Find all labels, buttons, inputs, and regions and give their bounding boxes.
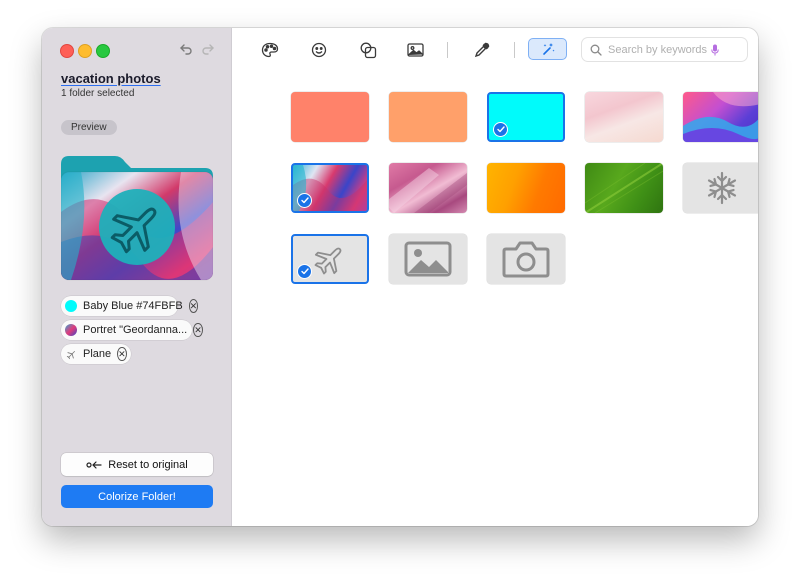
eyedropper-icon[interactable] (471, 40, 493, 60)
magic-wand-button[interactable] (528, 38, 567, 60)
image-icon[interactable] (404, 40, 426, 60)
remove-icon[interactable]: ✕ (193, 323, 203, 337)
tile-plane[interactable] (291, 234, 369, 284)
zoom-window-button[interactable] (96, 44, 110, 58)
tile-image[interactable] (389, 234, 467, 284)
chip-label: Plane (83, 348, 112, 360)
undo-icon[interactable] (177, 40, 195, 58)
tile-coral[interactable] (291, 92, 369, 142)
reset-button[interactable]: Reset to original (61, 453, 213, 476)
minimize-window-button[interactable] (78, 44, 92, 58)
redo-icon[interactable] (199, 40, 217, 58)
palette-icon[interactable] (259, 40, 281, 60)
checkmark-icon (297, 264, 312, 279)
checkmark-icon (297, 193, 312, 208)
search-input[interactable]: Search by keywords (582, 38, 747, 61)
plane-icon (65, 348, 77, 360)
image-icon (404, 241, 452, 277)
tile-baby-blue[interactable] (487, 92, 565, 142)
snowflake-icon (707, 171, 737, 205)
tile-pink-silk[interactable] (585, 92, 663, 142)
chip-wallpaper[interactable]: Portret "Geordanna... ✕ (61, 320, 203, 340)
tile-purple-waves[interactable] (683, 92, 758, 142)
tile-peach[interactable] (389, 92, 467, 142)
close-window-button[interactable] (60, 44, 74, 58)
tile-camera[interactable] (487, 234, 565, 284)
preview-label: Preview (61, 120, 117, 135)
folder-name[interactable]: vacation photos (61, 71, 161, 86)
tile-green-leaf[interactable] (585, 163, 663, 213)
reset-icon (86, 460, 102, 469)
app-window: vacation photos 1 folder selected Previe… (42, 28, 758, 526)
tile-orange-gradient[interactable] (487, 163, 565, 213)
smiley-icon[interactable] (308, 40, 330, 60)
magic-wand-icon (542, 43, 555, 55)
chip-label: Portret "Geordanna... (83, 324, 188, 336)
color-swatch (65, 300, 77, 312)
camera-icon (502, 241, 550, 278)
portrait-thumbnail-icon (65, 324, 77, 336)
chip-color[interactable]: Baby Blue #74FBFB ✕ (61, 296, 199, 316)
colorize-button[interactable]: Colorize Folder! (61, 485, 213, 508)
chip-label: Baby Blue #74FBFB (83, 300, 183, 312)
toolbar: Search by keywords (232, 28, 758, 72)
reset-label: Reset to original (108, 458, 188, 471)
tile-paint-swirl[interactable] (291, 163, 369, 213)
mic-icon[interactable] (711, 44, 719, 56)
shapes-icon[interactable] (357, 40, 379, 60)
plane-icon (314, 247, 342, 275)
sidebar: vacation photos 1 folder selected Previe… (42, 28, 232, 526)
main-panel: Search by keywords (232, 28, 758, 526)
colorize-label: Colorize Folder! (98, 490, 176, 503)
toolbar-separator (447, 42, 448, 58)
tile-snowflake[interactable] (683, 163, 758, 213)
chip-icon[interactable]: Plane ✕ (61, 344, 131, 364)
search-icon (590, 44, 602, 56)
remove-icon[interactable]: ✕ (117, 347, 127, 361)
tile-pink-texture[interactable] (389, 163, 467, 213)
toolbar-separator (514, 42, 515, 58)
folder-preview (60, 152, 214, 282)
checkmark-icon (493, 122, 508, 137)
folder-subtitle: 1 folder selected (61, 88, 135, 99)
search-placeholder: Search by keywords (608, 43, 708, 56)
remove-icon[interactable]: ✕ (188, 299, 199, 313)
